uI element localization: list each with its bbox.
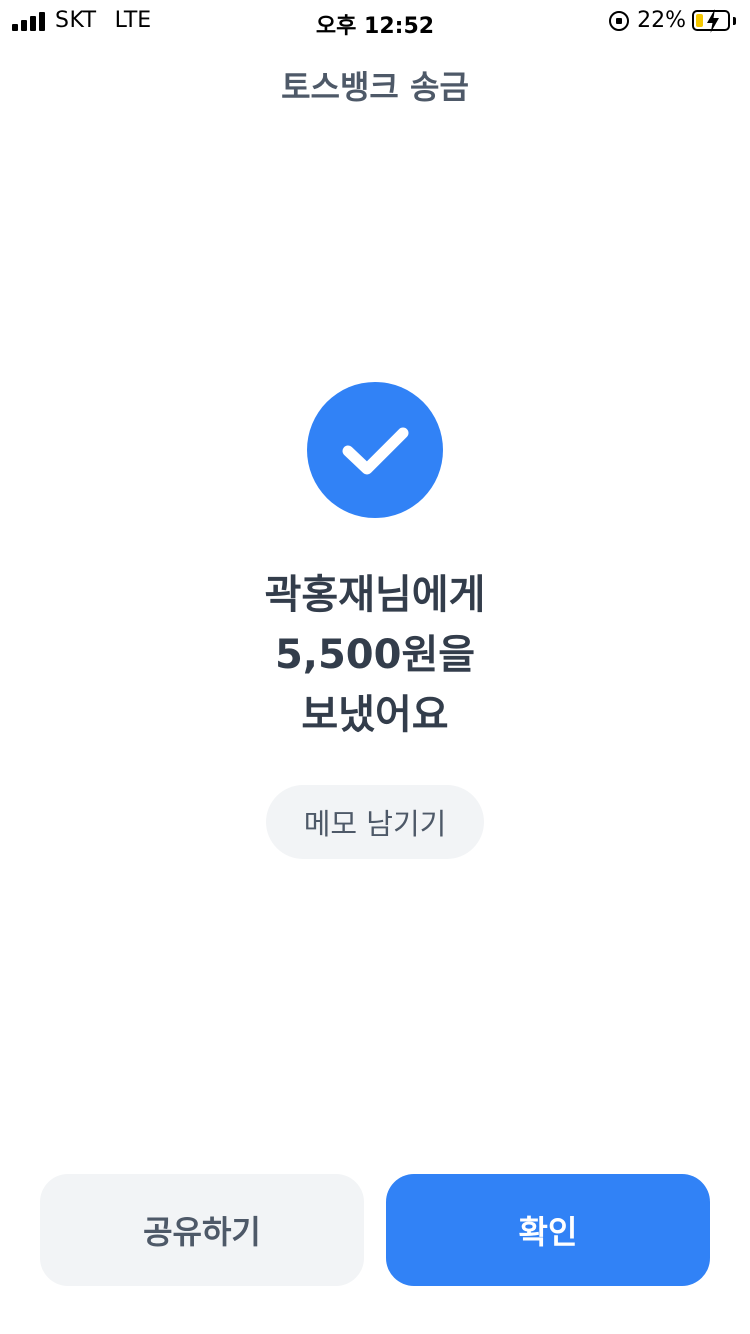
leave-memo-button[interactable]: 메모 남기기	[266, 785, 484, 859]
battery-tip	[733, 16, 736, 25]
page-title: 토스뱅크 송금	[281, 68, 469, 106]
orientation-lock-icon	[609, 10, 630, 31]
transfer-complete-screen: SKT LTE 오후 12:52 22% 토스뱅크 송금 곽홍재님에게 5,50…	[0, 0, 750, 1334]
recipient-line: 곽홍재님에게	[264, 572, 486, 618]
check-icon	[342, 427, 409, 475]
status-bar-right: 22%	[609, 8, 736, 33]
status-bar: SKT LTE 오후 12:52 22%	[0, 0, 750, 40]
share-button[interactable]: 공유하기	[40, 1174, 364, 1286]
amount-line: 5,500원을	[274, 632, 476, 678]
battery-fill	[696, 14, 703, 27]
charging-bolt-icon	[707, 9, 719, 33]
confirm-button[interactable]: 확인	[386, 1174, 710, 1286]
transfer-message: 곽홍재님에게 5,500원을 보냈어요	[0, 565, 750, 745]
status-line: 보냈어요	[301, 692, 449, 738]
success-badge	[307, 382, 443, 518]
battery-percent: 22%	[637, 8, 686, 33]
battery-icon	[692, 9, 730, 33]
